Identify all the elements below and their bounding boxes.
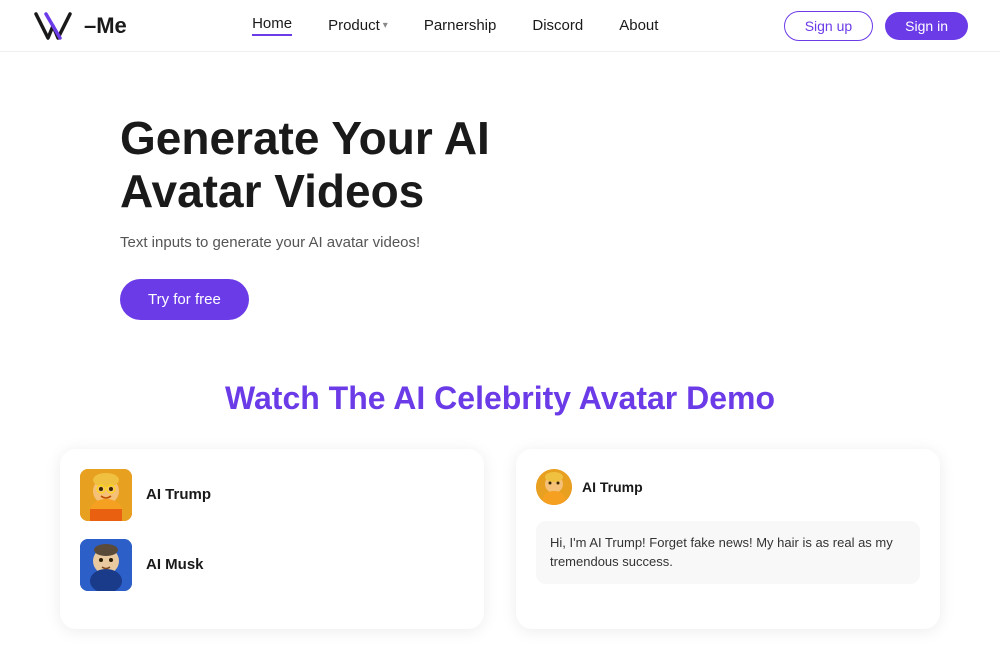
nav-discord[interactable]: Discord [532,17,583,34]
trump-name: AI Trump [146,486,211,503]
hero-waveform [680,156,880,276]
waveform-icon [680,161,880,271]
chat-header: AI Trump [536,469,920,505]
chevron-down-icon: ▾ [383,20,388,31]
signin-button[interactable]: Sign in [885,12,968,40]
chat-card: AI Trump Hi, I'm AI Trump! Forget fake n… [516,449,940,629]
logo-text: –Me [84,13,127,39]
demo-title: Watch The AI Celebrity Avatar Demo [60,380,940,417]
chat-bubble: Hi, I'm AI Trump! Forget fake news! My h… [536,521,920,584]
demo-cards: AI Trump [60,449,940,629]
chat-avatar-image [536,469,572,505]
musk-avatar-thumb [80,539,132,591]
logo-icon [32,10,74,42]
list-item[interactable]: AI Musk [80,539,464,591]
navbar: –Me Home Product ▾ Parnership Discord Ab… [0,0,1000,52]
hero-text: Generate Your AI Avatar Videos Text inpu… [120,112,490,320]
signup-button[interactable]: Sign up [784,11,873,41]
try-for-free-button[interactable]: Try for free [120,279,249,320]
trump-avatar-thumb [80,469,132,521]
hero-title: Generate Your AI Avatar Videos [120,112,490,218]
chat-message: Hi, I'm AI Trump! Forget fake news! My h… [550,535,893,570]
trump-avatar-image [80,469,132,521]
logo[interactable]: –Me [32,10,127,42]
nav-about[interactable]: About [619,17,658,34]
chat-avatar [536,469,572,505]
list-item[interactable]: AI Trump [80,469,464,521]
musk-name: AI Musk [146,556,204,573]
avatar-list-card: AI Trump [60,449,484,629]
nav-home[interactable]: Home [252,15,292,36]
nav-product[interactable]: Product ▾ [328,17,388,34]
nav-parnership[interactable]: Parnership [424,17,497,34]
chat-speaker: AI Trump [582,479,643,495]
hero-subtitle: Text inputs to generate your AI avatar v… [120,234,490,251]
demo-section: Watch The AI Celebrity Avatar Demo [0,360,1000,669]
nav-links: Home Product ▾ Parnership Discord About [252,15,658,36]
nav-actions: Sign up Sign in [784,11,968,41]
hero-section: Generate Your AI Avatar Videos Text inpu… [0,52,1000,360]
musk-avatar-image [80,539,132,591]
